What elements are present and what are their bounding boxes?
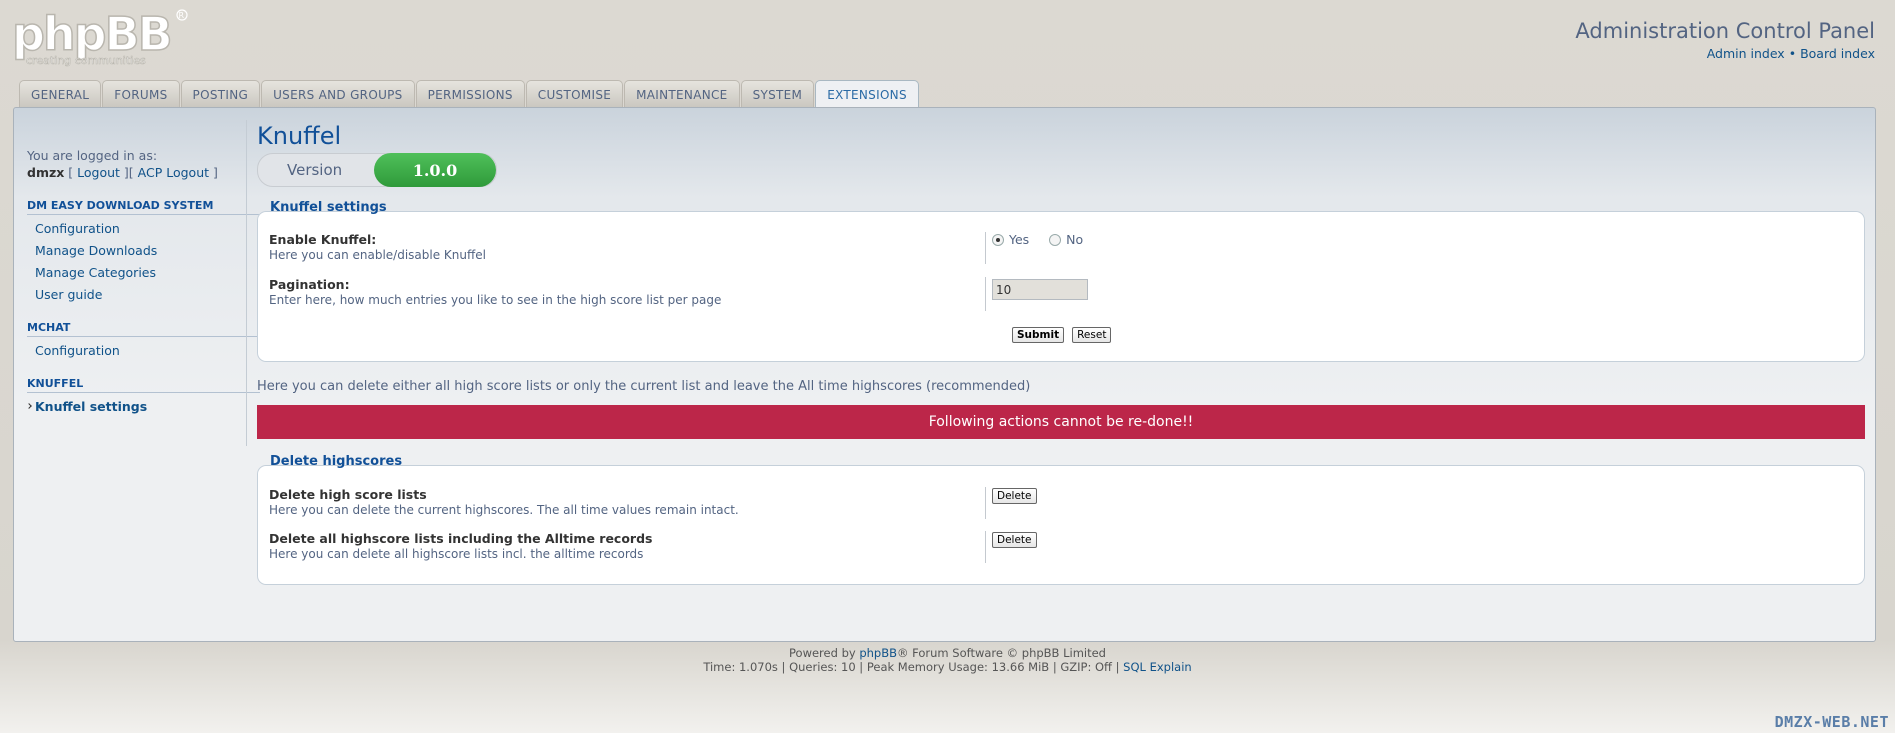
acp-logout-link[interactable]: ACP Logout — [138, 165, 209, 180]
sidebar-item-eds-configuration[interactable]: Configuration — [27, 215, 260, 237]
footer: Powered by phpBB® Forum Software © phpBB… — [0, 646, 1895, 675]
header-links: Admin index • Board index — [1575, 46, 1875, 61]
watermark: DMZX-WEB.NET — [1774, 713, 1889, 731]
settings-legend: Knuffel settings — [270, 200, 387, 215]
link-separator: • — [1788, 46, 1797, 61]
enable-yes-radio[interactable] — [992, 233, 1004, 246]
tab-maintenance[interactable]: Maintenance — [624, 80, 740, 108]
tab-users-and-groups[interactable]: Users and Groups — [261, 80, 415, 108]
main-tabs: General Forums Posting Users and Groups … — [19, 80, 920, 109]
acp-header: Administration Control Panel Admin index… — [1575, 19, 1875, 61]
delete-row-2: Delete all highscore lists including the… — [258, 531, 1864, 576]
username: dmzx — [27, 165, 65, 180]
enable-explain: Here you can enable/disable Knuffel — [269, 248, 486, 262]
delete-row-2-label-block: Delete all highscore lists including the… — [269, 531, 979, 561]
logged-in-label: You are logged in as: — [27, 148, 158, 163]
phpbb-logo[interactable]: phpBB R creating communities — [11, 6, 192, 70]
main-content: Knuffel Version 1.0.0 Knuffel settings E… — [257, 122, 1865, 585]
sidebar-item-manage-downloads[interactable]: Manage Downloads — [27, 237, 260, 259]
page-header-title: Administration Control Panel — [1575, 19, 1875, 43]
sidebar-item-manage-categories[interactable]: Manage Categories — [27, 259, 260, 281]
admin-index-link[interactable]: Admin index — [1707, 46, 1785, 61]
svg-text:R: R — [179, 11, 185, 20]
delete-row-2-label: Delete all highscore lists including the… — [269, 531, 653, 546]
sql-explain-link[interactable]: SQL Explain — [1123, 660, 1192, 674]
reset-button[interactable]: Reset — [1072, 327, 1112, 343]
delete-highscores-fieldset: Delete highscores Delete high score list… — [257, 454, 1865, 585]
sidebar: You are logged in as: dmzx [ Logout ][ A… — [27, 147, 260, 415]
svg-text:creating communities: creating communities — [26, 54, 146, 67]
pagination-label-block: Pagination: Enter here, how much entries… — [269, 277, 979, 307]
board-index-link[interactable]: Board index — [1800, 46, 1875, 61]
delete-row-1-explain: Here you can delete the current highscor… — [269, 503, 739, 517]
delete-legend: Delete highscores — [270, 454, 403, 469]
main-panel: You are logged in as: dmzx [ Logout ][ A… — [13, 107, 1876, 642]
enable-no-option[interactable]: No — [1049, 232, 1083, 247]
delete-row-2-explain: Here you can delete all highscore lists … — [269, 547, 644, 561]
powered-by-line: Powered by phpBB® Forum Software © phpBB… — [0, 646, 1895, 661]
logout-link[interactable]: Logout — [77, 165, 120, 180]
submit-button[interactable]: Submit — [1012, 327, 1065, 343]
pagination-input[interactable] — [992, 279, 1088, 300]
menu-head-dm-eds: DM Easy Download System — [27, 199, 260, 215]
powered-suffix: ® Forum Software © phpBB Limited — [897, 646, 1106, 660]
delete-row-1: Delete high score lists Here you can del… — [258, 487, 1864, 532]
enable-no-radio[interactable] — [1049, 233, 1062, 246]
pagination-row: Pagination: Enter here, how much entries… — [258, 277, 1864, 322]
enable-yes-option[interactable]: Yes — [992, 232, 1029, 247]
phpbb-logo-icon: phpBB R creating communities — [11, 6, 188, 67]
powered-prefix: Powered by — [789, 646, 860, 660]
enable-label: Enable Knuffel: — [269, 232, 377, 247]
enable-label-block: Enable Knuffel: Here you can enable/disa… — [269, 232, 979, 262]
tab-permissions[interactable]: Permissions — [415, 80, 525, 108]
phpbb-link[interactable]: phpBB — [859, 646, 897, 660]
pagination-label: Pagination: — [269, 277, 350, 292]
sidebar-divider — [246, 120, 247, 446]
sidebar-item-mchat-configuration[interactable]: Configuration — [27, 337, 260, 359]
tab-posting[interactable]: Posting — [180, 80, 261, 108]
delete-row-1-action: Delete — [985, 487, 1037, 519]
stats-line: Time: 1.070s | Queries: 10 | Peak Memory… — [0, 659, 1895, 675]
version-label: Version — [287, 161, 343, 179]
delete-row-2-action: Delete — [985, 531, 1037, 563]
pagination-explain: Enter here, how much entries you like to… — [269, 293, 722, 307]
enable-options: Yes No — [985, 232, 1099, 264]
page-title: Knuffel — [257, 122, 342, 150]
tab-forums[interactable]: Forums — [102, 80, 180, 108]
debug-stats: Time: 1.070s | Queries: 10 | Peak Memory… — [703, 659, 1124, 674]
tab-general[interactable]: General — [19, 80, 102, 108]
enable-row: Enable Knuffel: Here you can enable/disa… — [258, 232, 1864, 277]
delete-row-1-label: Delete high score lists — [269, 487, 427, 502]
delete-high-score-lists-button[interactable]: Delete — [992, 488, 1037, 504]
tab-customise[interactable]: Customise — [525, 80, 624, 108]
enable-yes-label: Yes — [1009, 232, 1030, 247]
sidebar-item-user-guide[interactable]: User guide — [27, 281, 260, 303]
svg-text:phpBB: phpBB — [12, 7, 171, 61]
enable-no-label: No — [1066, 232, 1084, 247]
pagination-field — [985, 277, 1088, 311]
version-value: 1.0.0 — [374, 153, 496, 187]
knuffel-settings-fieldset: Knuffel settings Enable Knuffel: Here yo… — [257, 200, 1865, 362]
tab-system[interactable]: System — [740, 80, 815, 108]
login-info: dmzx [ Logout ][ ACP Logout ] — [27, 165, 218, 180]
delete-row-1-label-block: Delete high score lists Here you can del… — [269, 487, 979, 517]
menu-head-knuffel: Knuffel — [27, 377, 260, 393]
delete-all-highscores-button[interactable]: Delete — [992, 532, 1037, 548]
delete-info-text: Here you can delete either all high scor… — [257, 379, 1031, 394]
sidebar-item-knuffel-settings[interactable]: Knuffel settings — [27, 393, 260, 415]
settings-buttons: Submit Reset — [1012, 326, 1112, 343]
tab-extensions[interactable]: Extensions — [815, 80, 919, 109]
version-badge: Version 1.0.0 — [257, 153, 497, 187]
menu-head-mchat: mChat — [27, 321, 260, 337]
warning-banner: Following actions cannot be re-done!! — [257, 405, 1865, 439]
